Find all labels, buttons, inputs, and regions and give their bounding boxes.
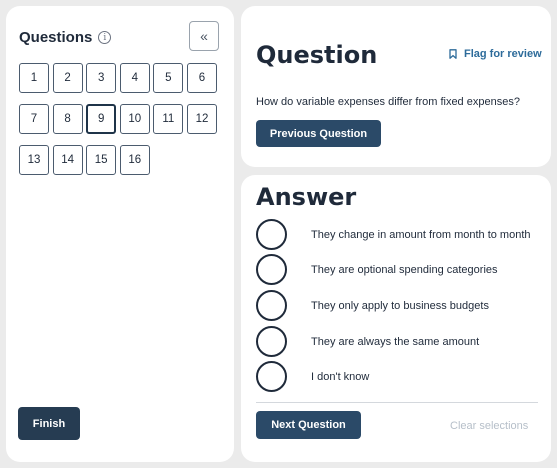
question-number-button[interactable]: 16: [119, 145, 150, 175]
divider: [256, 402, 538, 403]
double-chevron-left-icon: «: [200, 28, 208, 44]
questions-panel: Questions i « 1 2 3 4 5 6 7 8 9 10 11 12 13 14 15 16 Fi…: [6, 6, 234, 462]
clear-selections-button[interactable]: Clear selections: [450, 420, 528, 432]
question-number-button[interactable]: 7: [19, 104, 49, 134]
info-icon[interactable]: i: [98, 31, 112, 44]
answer-option-label: They change in amount from month to mont…: [311, 228, 531, 241]
question-panel: Question Flag for review How do variable…: [241, 6, 551, 167]
question-navigator-grid: 1 2 3 4 5 6 7 8 9 10 11 12 13 14 15 16: [19, 63, 217, 175]
question-number-button[interactable]: 3: [86, 63, 117, 93]
question-number-button[interactable]: 13: [19, 145, 49, 175]
question-heading: Question: [256, 41, 378, 69]
question-number-button[interactable]: 1: [19, 63, 49, 93]
question-number-button[interactable]: 4: [119, 63, 150, 93]
question-number-button[interactable]: 14: [52, 145, 83, 175]
radio-button[interactable]: [256, 290, 287, 321]
answer-panel: Answer They change in amount from month …: [241, 175, 551, 462]
question-number-button[interactable]: 10: [119, 104, 150, 134]
radio-button[interactable]: [256, 361, 287, 392]
question-number-button[interactable]: 6: [186, 63, 217, 93]
next-question-button[interactable]: Next Question: [256, 411, 361, 439]
question-number-button[interactable]: 15: [86, 145, 117, 175]
flag-label: Flag for review: [464, 48, 542, 60]
flag-for-review-link[interactable]: Flag for review: [449, 48, 542, 60]
previous-question-button[interactable]: Previous Question: [256, 120, 381, 147]
bookmark-icon: [449, 49, 457, 59]
answer-option-label: They are always the same amount: [311, 335, 480, 348]
answer-option[interactable]: They are always the same amount: [256, 326, 479, 357]
collapse-panel-button[interactable]: «: [189, 21, 219, 51]
answer-option[interactable]: They are optional spending categories: [256, 254, 498, 285]
radio-button[interactable]: [256, 219, 287, 250]
radio-button[interactable]: [256, 326, 287, 357]
finish-button[interactable]: Finish: [18, 407, 80, 440]
radio-button[interactable]: [256, 254, 287, 285]
question-number-button[interactable]: 2: [52, 63, 83, 93]
answer-option[interactable]: They change in amount from month to mont…: [256, 219, 531, 250]
question-text: How do variable expenses differ from fix…: [256, 96, 520, 108]
answer-option-label: They are optional spending categories: [311, 263, 498, 276]
answer-option[interactable]: I don't know: [256, 361, 369, 392]
answer-option[interactable]: They only apply to business budgets: [256, 290, 489, 321]
questions-title: Questions: [19, 29, 93, 46]
answer-heading: Answer: [256, 183, 357, 211]
answer-option-label: I don't know: [311, 370, 370, 383]
question-number-button[interactable]: 9: [86, 104, 117, 134]
question-number-button[interactable]: 11: [153, 104, 184, 134]
answer-option-label: They only apply to business budgets: [311, 299, 489, 312]
question-number-button[interactable]: 8: [52, 104, 83, 134]
question-number-button[interactable]: 12: [186, 104, 217, 134]
questions-header: Questions i: [19, 29, 112, 46]
question-number-button[interactable]: 5: [153, 63, 184, 93]
